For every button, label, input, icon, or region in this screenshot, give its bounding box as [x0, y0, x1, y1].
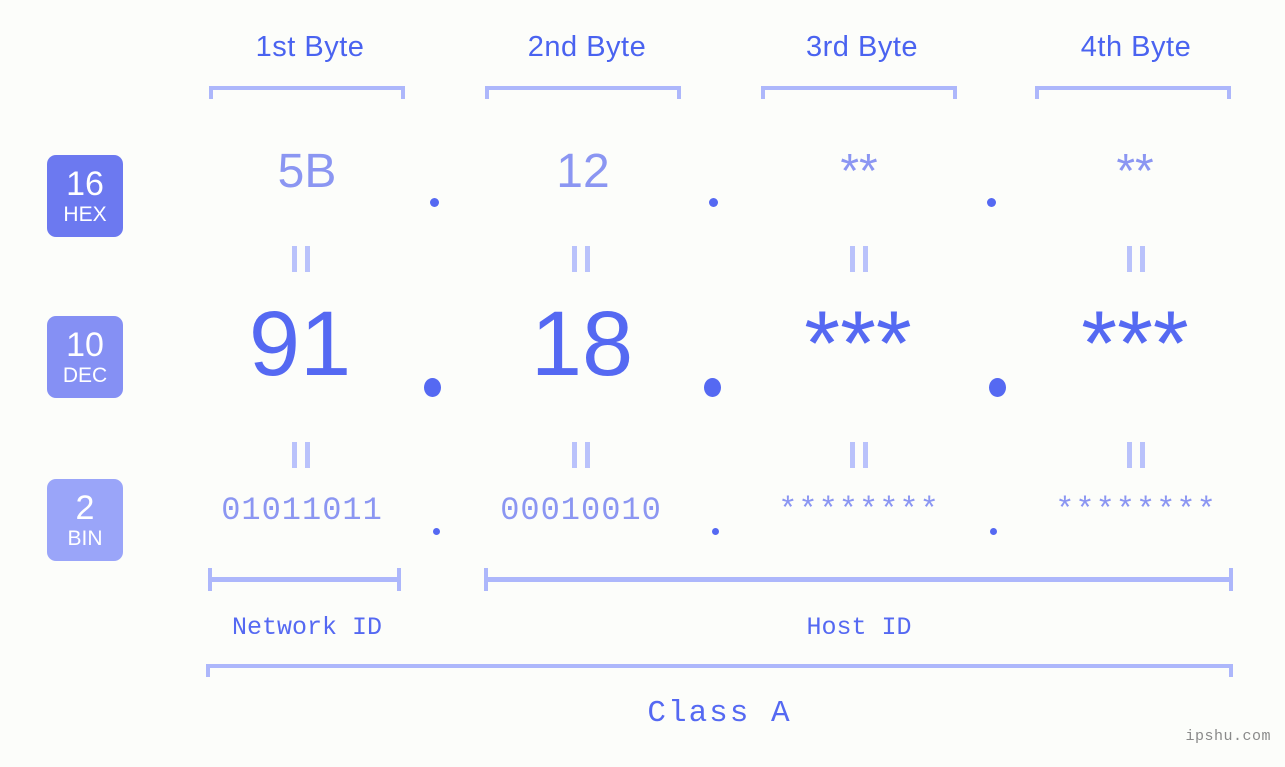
dec-dot-separator-2	[704, 378, 721, 397]
base-badge-dec-number: 10	[66, 326, 104, 364]
byte-header-1: 1st Byte	[255, 31, 365, 63]
bin-dot-separator-3	[990, 528, 997, 535]
byte-bracket-top-2	[485, 86, 681, 99]
equals-connector-hex-dec-1	[292, 246, 310, 272]
bin-dot-separator-1	[433, 528, 440, 535]
base-badge-dec-name: DEC	[62, 364, 108, 387]
hex-dot-separator-1	[430, 198, 439, 207]
network-id-label: Network ID	[231, 613, 383, 642]
dec-byte-3: ***	[804, 293, 912, 395]
byte-header-3: 3rd Byte	[806, 31, 918, 63]
bin-byte-1: 01011011	[221, 492, 383, 529]
base-badge-hex-number: 16	[66, 165, 104, 203]
byte-bracket-top-3	[761, 86, 957, 99]
dec-byte-1: 91	[248, 293, 352, 395]
base-badge-hex: 16 HEX	[47, 155, 123, 237]
base-badge-bin-name: BIN	[67, 527, 103, 550]
equals-connector-dec-bin-4	[1127, 442, 1145, 468]
dec-byte-2: 18	[530, 293, 634, 395]
base-badge-hex-name: HEX	[63, 203, 107, 226]
equals-connector-dec-bin-1	[292, 442, 310, 468]
site-watermark: ipshu.com	[1185, 728, 1271, 745]
equals-connector-dec-bin-2	[572, 442, 590, 468]
bin-byte-3: ********	[778, 492, 940, 529]
ip-address-breakdown-diagram: 1st Byte 2nd Byte 3rd Byte 4th Byte 16 H…	[0, 0, 1285, 767]
bin-byte-2: 00010010	[500, 492, 662, 529]
hex-byte-3: **	[840, 145, 878, 198]
network-id-bracket-lower	[208, 578, 401, 591]
class-label: Class A	[647, 696, 792, 731]
bin-dot-separator-2	[712, 528, 719, 535]
byte-bracket-top-4	[1035, 86, 1231, 99]
byte-header-2: 2nd Byte	[527, 31, 647, 63]
hex-byte-1: 5B	[277, 145, 337, 198]
bin-byte-4: ********	[1055, 492, 1217, 529]
dec-dot-separator-3	[989, 378, 1006, 397]
equals-connector-hex-dec-3	[850, 246, 868, 272]
base-badge-bin: 2 BIN	[47, 479, 123, 561]
hex-dot-separator-3	[987, 198, 996, 207]
class-bracket	[206, 664, 1233, 677]
dec-byte-4: ***	[1081, 293, 1189, 395]
base-badge-dec: 10 DEC	[47, 316, 123, 398]
equals-connector-hex-dec-2	[572, 246, 590, 272]
hex-byte-4: **	[1116, 145, 1154, 198]
equals-connector-dec-bin-3	[850, 442, 868, 468]
base-badge-bin-number: 2	[75, 489, 95, 527]
equals-connector-hex-dec-4	[1127, 246, 1145, 272]
host-id-label: Host ID	[806, 613, 912, 642]
byte-bracket-top-1	[209, 86, 405, 99]
hex-dot-separator-2	[709, 198, 718, 207]
hex-byte-2: 12	[556, 145, 610, 198]
dec-dot-separator-1	[424, 378, 441, 397]
byte-header-4: 4th Byte	[1080, 31, 1192, 63]
host-id-bracket-lower	[484, 578, 1233, 591]
